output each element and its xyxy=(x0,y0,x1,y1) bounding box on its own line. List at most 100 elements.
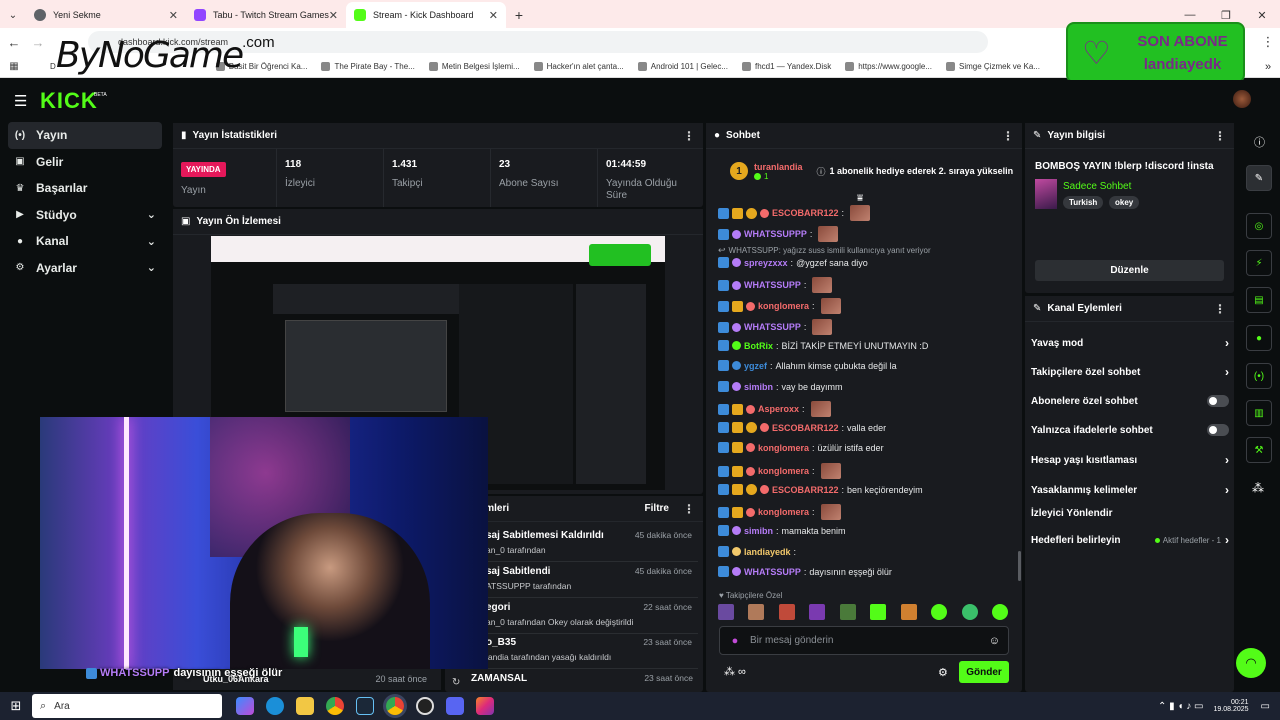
chat-username[interactable]: konglomera xyxy=(758,507,809,517)
chat-username[interactable]: landiayedk xyxy=(744,547,791,557)
chevron-right-icon[interactable]: › xyxy=(1225,336,1229,350)
hamburger-menu-icon[interactable]: ☰ xyxy=(14,92,27,110)
notification-icon[interactable]: ▭ xyxy=(1261,701,1270,712)
lightning-icon[interactable]: ⚡ xyxy=(1246,250,1272,276)
emote-item[interactable] xyxy=(778,604,795,620)
chat-message[interactable]: simibn: vay be dayımm xyxy=(718,381,843,392)
tool-icon[interactable]: ⚒ xyxy=(1246,437,1272,463)
chevron-right-icon[interactable]: › xyxy=(1225,533,1229,547)
microphone-icon[interactable]: ● xyxy=(720,635,750,647)
chat-username[interactable]: WHATSSUPP xyxy=(744,280,801,290)
chat-username[interactable]: simibn xyxy=(744,526,773,536)
restore-icon[interactable]: ❐ xyxy=(1208,9,1244,22)
chat-username[interactable]: WHATSSUPP xyxy=(744,567,801,577)
more-options-icon[interactable]: ⋮ xyxy=(683,502,695,516)
emote-item[interactable] xyxy=(900,604,917,620)
chevron-down-icon[interactable]: ⌄ xyxy=(147,261,156,274)
taskbar-search[interactable]: ⌕ Ara xyxy=(32,694,222,718)
discord-icon[interactable] xyxy=(446,697,464,715)
chat-message[interactable]: ESCOBARR122: valla eder xyxy=(718,422,886,433)
bookmark-item[interactable]: D xyxy=(50,62,56,71)
chat-scrollbar[interactable] xyxy=(1018,551,1021,581)
emote-item[interactable] xyxy=(718,604,734,620)
toggle-switch[interactable] xyxy=(1207,395,1229,407)
close-window-icon[interactable]: ✕ xyxy=(1244,9,1280,22)
steam-icon[interactable] xyxy=(356,697,374,715)
info-icon[interactable]: ⓘ xyxy=(1254,134,1265,150)
file-explorer-icon[interactable] xyxy=(296,697,314,715)
chat-message[interactable]: simibn: mamakta benim xyxy=(718,525,846,536)
channel-action-row[interactable]: Yalnızca ifadelerle sohbet xyxy=(1031,424,1229,436)
nav-item-0[interactable]: (•) Yayın xyxy=(8,122,162,149)
tab-new-tab[interactable]: Yeni Sekme ✕ xyxy=(26,2,186,28)
chat-username[interactable]: ESCOBARR122 xyxy=(772,485,839,495)
chevron-right-icon[interactable]: › xyxy=(1225,483,1229,497)
bookmark-item[interactable]: https://www.google... xyxy=(845,62,932,71)
emote-item[interactable] xyxy=(961,604,978,620)
chat-username[interactable]: konglomera xyxy=(758,301,809,311)
tray-icons[interactable]: ⌃ ▮ ◖ ♪ ▭ xyxy=(1158,701,1203,712)
menu-kebab-icon[interactable]: ⋮ xyxy=(1256,34,1280,50)
close-icon[interactable]: ✕ xyxy=(489,9,498,22)
emote-item[interactable] xyxy=(870,604,887,620)
copilot-icon[interactable] xyxy=(236,697,254,715)
chat-username[interactable]: ESCOBARR122 xyxy=(772,208,839,218)
gift-leaderboard[interactable]: 1 turanlandia 1 ⓘ 1 abonelik hediye eder… xyxy=(706,151,1022,191)
chat-message[interactable]: WHATSSUPP: xyxy=(718,277,833,293)
category-name[interactable]: Sadece Sohbet xyxy=(1063,181,1131,192)
windows-start-icon[interactable]: ⊞ xyxy=(0,698,32,714)
tab-list-button[interactable]: ⌄ xyxy=(0,2,26,28)
chat-message[interactable]: spreyzxxx: @ygzef sana diyo xyxy=(718,257,868,268)
forward-icon[interactable]: → xyxy=(28,35,48,50)
chrome-icon[interactable] xyxy=(326,697,344,715)
tab-twitch[interactable]: Tabu - Twitch Stream Games ✕ xyxy=(186,2,346,28)
chat-username[interactable]: Asperoxx xyxy=(758,404,799,414)
nav-item-5[interactable]: ⚙ Ayarlar ⌄ xyxy=(0,255,170,282)
chat-username[interactable]: BotRix xyxy=(744,341,773,351)
chrome-active-icon[interactable] xyxy=(386,697,404,715)
chat-settings-icon[interactable]: ⚙ xyxy=(938,666,948,679)
kick-logo[interactable]: KICK xyxy=(40,88,98,114)
bookmark-item[interactable]: Metin Belgesi İşlemi... xyxy=(428,62,520,71)
more-options-icon[interactable]: ⋮ xyxy=(683,129,695,143)
chat-message[interactable]: ESCOBARR122: xyxy=(718,205,871,221)
nav-item-1[interactable]: ▣ Gelir xyxy=(0,149,170,176)
target-icon[interactable]: ◎ xyxy=(1246,213,1272,239)
chat-message[interactable]: ESCOBARR122: ben keçiörendeyim xyxy=(718,484,923,495)
more-options-icon[interactable]: ⋮ xyxy=(1214,302,1226,316)
support-chat-button[interactable]: ◠ xyxy=(1236,648,1266,678)
clipboard-icon[interactable]: ▤ xyxy=(1246,287,1272,313)
pencil-icon[interactable]: ✎ xyxy=(1246,165,1272,191)
chat-username[interactable]: spreyzxxx xyxy=(744,258,788,268)
more-options-icon[interactable]: ⋮ xyxy=(1002,129,1014,143)
chat-message[interactable]: konglomera: xyxy=(718,504,841,520)
chat-message[interactable]: Asperoxx: xyxy=(718,401,831,417)
channel-action-row[interactable]: Takipçilere özel sohbet › xyxy=(1031,365,1229,379)
minimize-icon[interactable]: — xyxy=(1172,9,1208,21)
toggle-switch[interactable] xyxy=(1207,424,1229,436)
back-icon[interactable]: ← xyxy=(0,35,28,50)
obs-icon[interactable] xyxy=(416,697,434,715)
emoji-icon[interactable]: ☺ xyxy=(989,635,1000,647)
more-options-icon[interactable]: ⋮ xyxy=(1214,129,1226,143)
broadcast-icon[interactable]: (•) xyxy=(1246,363,1272,389)
instagram-icon[interactable] xyxy=(476,697,494,715)
bookmarks-more-icon[interactable]: » xyxy=(1256,61,1280,73)
edit-button[interactable]: Düzenle xyxy=(1035,260,1224,281)
channel-action-row[interactable]: Abonelere özel sohbet xyxy=(1031,395,1229,407)
emote-item[interactable] xyxy=(809,604,826,620)
chat-input[interactable]: ● Bir mesaj gönderin ☺ xyxy=(719,626,1009,655)
chat-username[interactable]: simibn xyxy=(744,382,773,392)
channel-action-row[interactable]: Yasaklanmış kelimeler › xyxy=(1031,483,1229,497)
chat-username[interactable]: WHATSSUPPP xyxy=(744,229,807,239)
chat-message[interactable]: BotRix: BİZİ TAKİP ETMEYİ UNUTMAYIN :D xyxy=(718,340,928,351)
kick-points-icon[interactable]: ⁂ ∞ xyxy=(724,665,746,678)
chat-message[interactable]: WHATSSUPP: dayısının eşşeği ölür xyxy=(718,566,892,577)
pinned-expand-icon[interactable]: ⩸ xyxy=(857,193,863,204)
chat-message[interactable]: konglomera: xyxy=(718,298,841,314)
close-icon[interactable]: ✕ xyxy=(329,9,338,22)
chat-message[interactable]: landiayedk: xyxy=(718,546,799,557)
chat-username[interactable]: ygzef xyxy=(744,361,767,371)
emote-item[interactable] xyxy=(748,604,765,620)
avatar[interactable] xyxy=(1233,90,1251,108)
